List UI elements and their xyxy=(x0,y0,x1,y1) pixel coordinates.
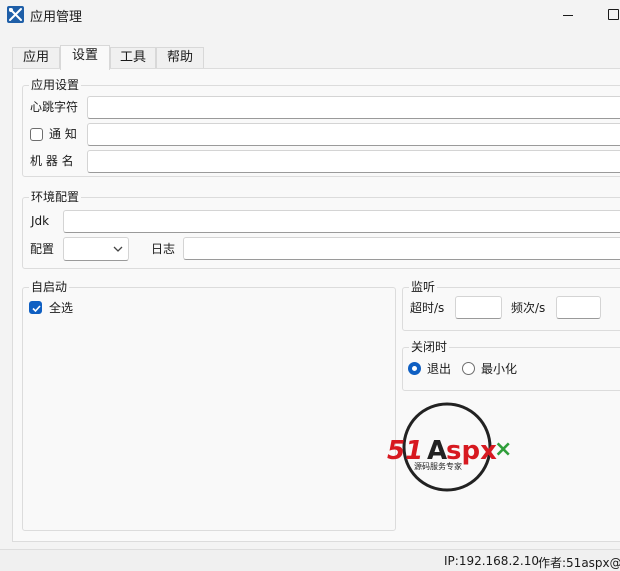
title-bar[interactable]: 应用管理 xyxy=(0,0,620,30)
notify-checkbox[interactable] xyxy=(30,128,43,141)
minimize-button[interactable] xyxy=(556,0,580,30)
tab-help[interactable]: 帮助 xyxy=(156,47,204,69)
exit-radio[interactable] xyxy=(408,362,421,375)
log-label: 日志 xyxy=(151,242,176,256)
tab-app[interactable]: 应用 xyxy=(12,47,60,69)
maximize-icon xyxy=(608,9,619,20)
status-ip: IP:192.168.2.10 xyxy=(444,554,539,568)
logo-x-mark: × xyxy=(494,437,512,462)
autostart-legend: 自启动 xyxy=(29,280,70,294)
machine-name-label: 机 器 名 xyxy=(30,154,74,168)
status-bar: IP:192.168.2.10 作者:51aspx@c xyxy=(0,549,620,571)
heartbeat-input[interactable] xyxy=(87,96,620,119)
minimize-label: 最小化 xyxy=(481,362,518,376)
frequency-label: 频次/s xyxy=(511,301,546,315)
jdk-label: Jdk xyxy=(31,214,50,228)
on-close-legend: 关闭时 xyxy=(409,340,450,354)
config-label: 配置 xyxy=(30,242,55,256)
exit-label: 退出 xyxy=(427,362,452,376)
minimize-radio[interactable] xyxy=(462,362,475,375)
config-select[interactable] xyxy=(63,237,129,261)
maximize-button[interactable] xyxy=(602,0,620,30)
monitor-legend: 监听 xyxy=(409,280,438,294)
brand-logo: 51 A spx × 源码服务专家 xyxy=(387,402,512,492)
env-settings-legend: 环境配置 xyxy=(29,190,82,204)
machine-name-input[interactable] xyxy=(87,150,620,173)
check-icon xyxy=(32,305,41,313)
notify-input[interactable] xyxy=(87,123,620,146)
frequency-input[interactable] xyxy=(556,296,601,319)
heartbeat-label: 心跳字符 xyxy=(30,100,79,114)
app-settings-legend: 应用设置 xyxy=(29,78,82,92)
jdk-input[interactable] xyxy=(63,210,620,233)
autostart-group: 自启动 xyxy=(22,280,396,531)
window-title: 应用管理 xyxy=(30,10,83,25)
tab-settings[interactable]: 设置 xyxy=(60,45,110,70)
tools-icon xyxy=(7,6,24,23)
chevron-down-icon xyxy=(112,243,124,258)
tab-tools[interactable]: 工具 xyxy=(110,47,156,69)
timeout-input[interactable] xyxy=(455,296,502,319)
status-author: 作者:51aspx@c xyxy=(538,556,620,570)
timeout-label: 超时/s xyxy=(410,301,445,315)
select-all-checkbox[interactable] xyxy=(29,301,42,314)
notify-label: 通 知 xyxy=(49,127,77,141)
select-all-label: 全选 xyxy=(49,301,74,315)
log-input[interactable] xyxy=(183,237,620,260)
logo-tagline: 源码服务专家 xyxy=(414,461,462,471)
minimize-icon xyxy=(563,15,573,16)
